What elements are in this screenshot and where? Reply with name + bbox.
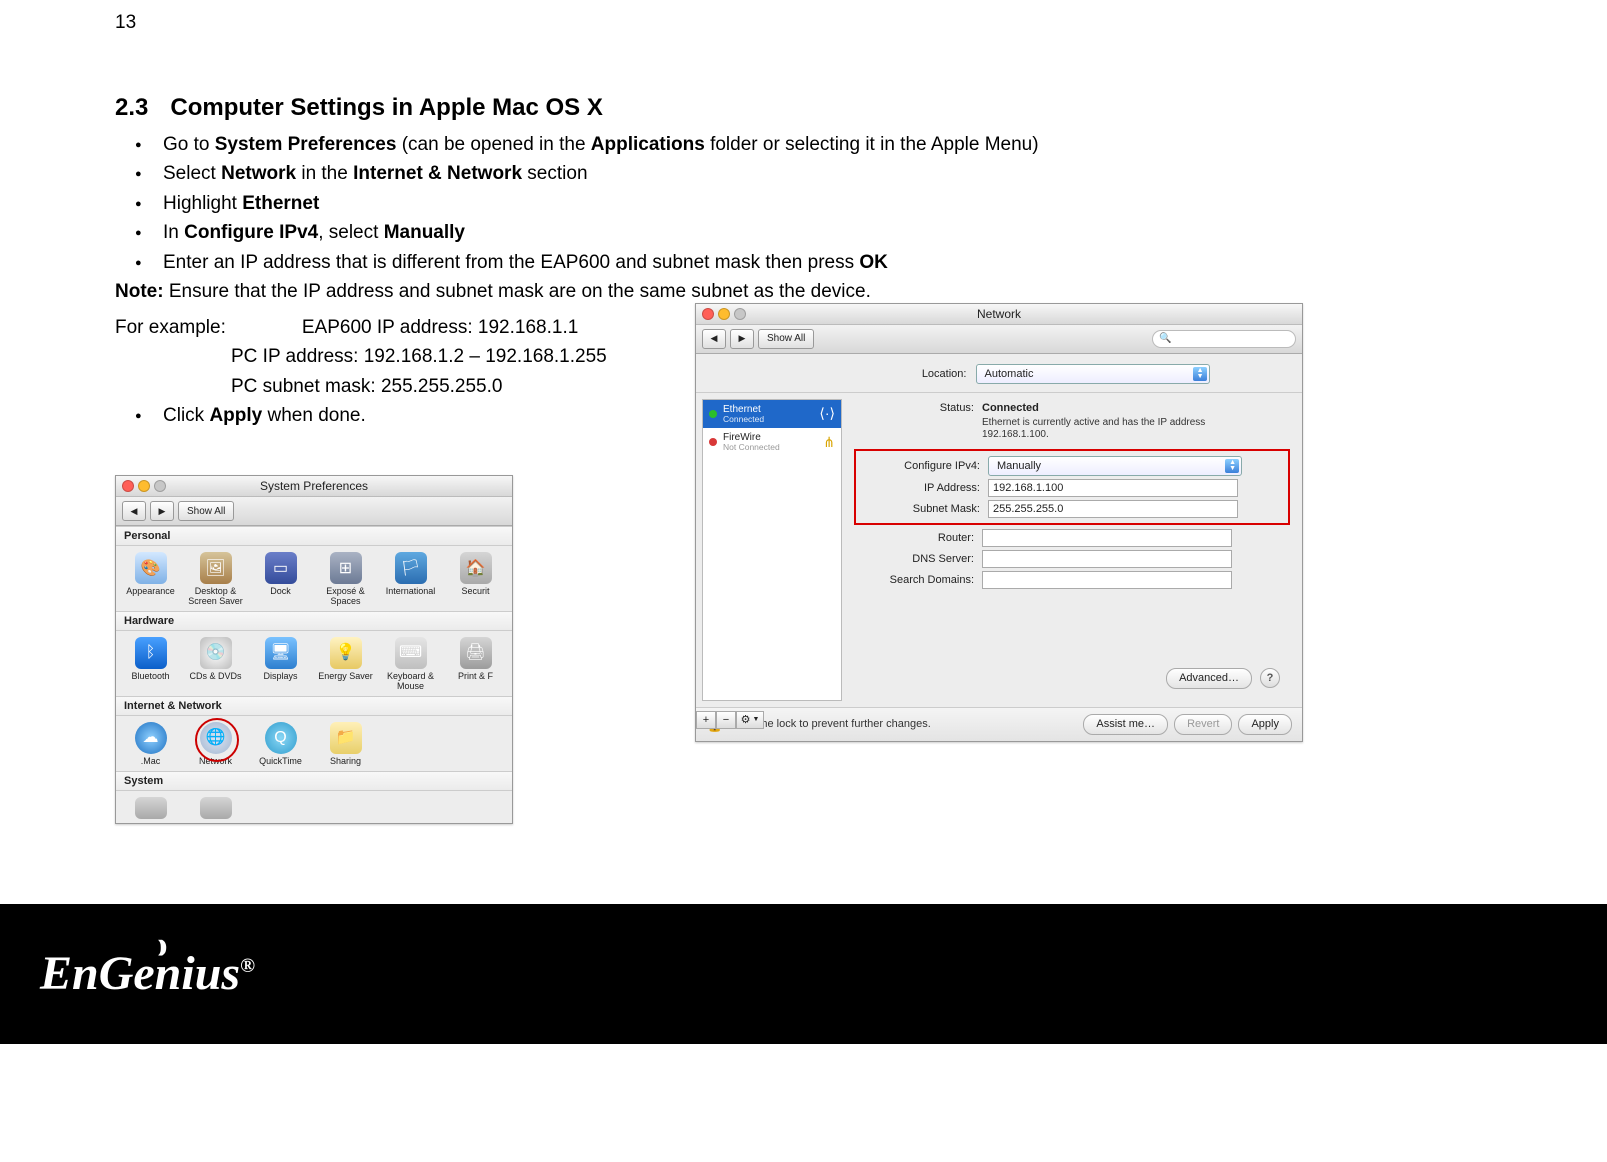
dns-label: DNS Server: <box>854 553 974 565</box>
status-value: Connected <box>982 402 1039 414</box>
zoom-button[interactable] <box>734 308 746 320</box>
zoom-button[interactable] <box>154 480 166 492</box>
page-footer: )))) EnGenius® <box>0 904 1607 1044</box>
ip-label: IP Address: <box>860 482 980 494</box>
pref-dock[interactable]: ▭Dock <box>248 552 313 607</box>
ip-address-input[interactable]: 192.168.1.100 <box>988 479 1238 497</box>
close-button[interactable] <box>122 480 134 492</box>
firewire-icon: ⋔ <box>823 434 835 451</box>
bullet-item: Go to System Preferences (can be opened … <box>135 130 1497 159</box>
note-text: Ensure that the IP address and subnet ma… <box>164 281 871 302</box>
location-label: Location: <box>788 368 966 380</box>
network-preferences-window: Network ◀ ▶ Show All 🔍 Location: Automat… <box>695 303 1303 742</box>
status-label: Status: <box>854 402 974 414</box>
mask-label: Subnet Mask: <box>860 503 980 515</box>
page-number: 13 <box>115 12 1497 34</box>
search-domains-input[interactable] <box>982 571 1232 589</box>
section-personal: Personal <box>116 526 512 546</box>
configure-ipv4-popup[interactable]: Manually▲▼ <box>988 456 1242 476</box>
window-title: System Preferences <box>260 479 368 493</box>
pref-dotmac[interactable]: ☁.Mac <box>118 722 183 767</box>
section-system: System <box>116 771 512 791</box>
back-button[interactable]: ◀ <box>702 329 726 349</box>
back-button[interactable]: ◀ <box>122 501 146 521</box>
close-button[interactable] <box>702 308 714 320</box>
instruction-list: Go to System Preferences (can be opened … <box>115 130 1497 277</box>
section-internet: Internet & Network <box>116 696 512 716</box>
pref-security[interactable]: 🏠Securit <box>443 552 508 607</box>
signal-icon: )))) <box>158 936 162 957</box>
pref-appearance[interactable]: 🎨Appearance <box>118 552 183 607</box>
ethernet-icon: ⟨·⟩ <box>819 405 835 422</box>
sidebar-item-ethernet[interactable]: EthernetConnected ⟨·⟩ <box>703 400 841 428</box>
window-titlebar: System Preferences <box>116 476 512 497</box>
location-popup[interactable]: Automatic▲▼ <box>976 364 1210 384</box>
pref-energy[interactable]: 💡Energy Saver <box>313 637 378 692</box>
forward-button[interactable]: ▶ <box>730 329 754 349</box>
router-label: Router: <box>854 532 974 544</box>
configure-label: Configure IPv4: <box>860 460 980 472</box>
forward-button[interactable]: ▶ <box>150 501 174 521</box>
bullet-item: Highlight Ethernet <box>135 189 1497 218</box>
assist-button[interactable]: Assist me… <box>1083 714 1168 735</box>
search-field[interactable]: 🔍 <box>1152 330 1296 348</box>
window-footer: 🔓 Click the lock to prevent further chan… <box>696 707 1302 741</box>
pref-sharing[interactable]: 📁Sharing <box>313 722 378 767</box>
brand-logo: )))) EnGenius® <box>40 946 255 1001</box>
show-all-button[interactable]: Show All <box>178 501 234 521</box>
example-block: For example:EAP600 IP address: 192.168.1… <box>115 313 655 401</box>
pref-bluetooth[interactable]: ᛒBluetooth <box>118 637 183 692</box>
remove-interface-button[interactable]: − <box>716 711 736 729</box>
pref-expose[interactable]: ⊞Exposé & Spaces <box>313 552 378 607</box>
search-icon: 🔍 <box>1159 333 1171 344</box>
highlighted-config-box: Configure IPv4: Manually▲▼ IP Address: 1… <box>854 449 1290 525</box>
show-all-button[interactable]: Show All <box>758 329 814 349</box>
section-heading: 2.3 Computer Settings in Apple Mac OS X <box>115 94 1497 122</box>
pref-desktop[interactable]: 🖼Desktop & Screen Saver <box>183 552 248 607</box>
revert-button[interactable]: Revert <box>1174 714 1232 735</box>
pref-keyboard[interactable]: ⌨Keyboard & Mouse <box>378 637 443 692</box>
router-input[interactable] <box>982 529 1232 547</box>
window-toolbar: ◀ ▶ Show All 🔍 <box>696 325 1302 354</box>
status-dot-icon <box>709 438 717 446</box>
status-description: Ethernet is currently active and has the… <box>982 417 1242 441</box>
pref-international[interactable]: 🏳International <box>378 552 443 607</box>
pref-print[interactable]: 🖨Print & F <box>443 637 508 692</box>
help-button[interactable]: ? <box>1260 668 1280 688</box>
system-preferences-window: System Preferences ◀ ▶ Show All Personal… <box>115 475 513 823</box>
dns-input[interactable] <box>982 550 1232 568</box>
gear-icon: ⚙ <box>741 713 751 726</box>
apply-button[interactable]: Apply <box>1238 714 1292 735</box>
pref-cds[interactable]: 💿CDs & DVDs <box>183 637 248 692</box>
status-dot-icon <box>709 410 717 418</box>
sidebar-item-firewire[interactable]: FireWireNot Connected ⋔ <box>703 428 841 456</box>
pref-displays[interactable]: 🖥Displays <box>248 637 313 692</box>
highlight-circle <box>195 718 239 762</box>
minimize-button[interactable] <box>138 480 150 492</box>
search-domains-label: Search Domains: <box>854 574 974 586</box>
advanced-button[interactable]: Advanced… <box>1166 668 1252 689</box>
subnet-mask-input[interactable]: 255.255.255.0 <box>988 500 1238 518</box>
window-titlebar: Network <box>696 304 1302 325</box>
pref-quicktime[interactable]: QQuickTime <box>248 722 313 767</box>
window-title: Network <box>977 307 1021 321</box>
pref-system-item[interactable] <box>183 797 248 819</box>
bullet-item: Click Apply when done. <box>135 401 655 430</box>
bullet-item: Select Network in the Internet & Network… <box>135 159 1497 188</box>
instruction-list-2: Click Apply when done. <box>115 401 655 430</box>
pref-system-item[interactable] <box>118 797 183 819</box>
window-toolbar: ◀ ▶ Show All <box>116 497 512 526</box>
pref-network[interactable]: 🌐Network <box>183 722 248 767</box>
heading-number: 2.3 <box>115 94 148 122</box>
note-label: Note: <box>115 281 164 302</box>
minimize-button[interactable] <box>718 308 730 320</box>
action-menu-button[interactable]: ⚙▼ <box>736 711 764 729</box>
section-hardware: Hardware <box>116 611 512 631</box>
heading-title: Computer Settings in Apple Mac OS X <box>170 94 603 121</box>
add-interface-button[interactable]: + <box>696 711 716 729</box>
bullet-item: Enter an IP address that is different fr… <box>135 248 1497 277</box>
bullet-item: In Configure IPv4, select Manually <box>135 218 1497 247</box>
interface-list: EthernetConnected ⟨·⟩ FireWireNot Connec… <box>702 399 842 701</box>
